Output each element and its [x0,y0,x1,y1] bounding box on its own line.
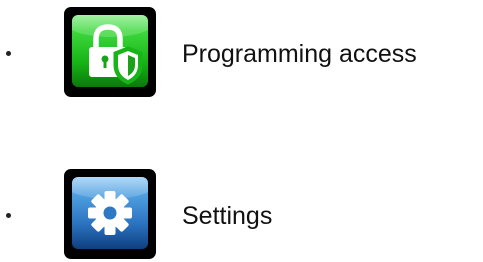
menu-item-programming-access[interactable]: Programming access [0,5,483,97]
programming-access-button[interactable] [64,7,156,97]
programming-access-label: Programming access [182,40,417,68]
settings-button[interactable] [64,169,156,259]
bullet-dot [6,213,11,218]
settings-label: Settings [182,202,273,230]
gear-icon [72,177,148,249]
lock-shield-icon [72,15,148,87]
menu-item-settings[interactable]: Settings [0,167,483,259]
bullet-dot [6,51,11,56]
